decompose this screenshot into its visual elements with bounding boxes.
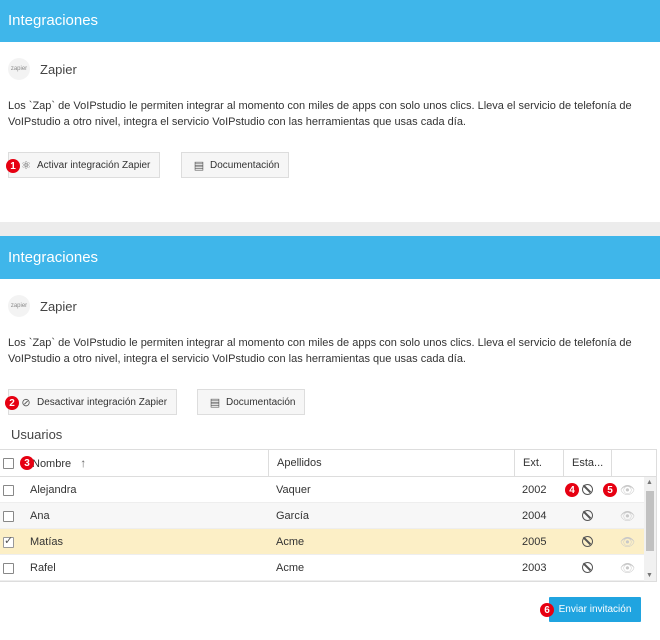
cell-nombre: Rafel bbox=[30, 562, 56, 574]
book-icon: ▤ bbox=[209, 396, 221, 409]
documentation-label: Documentación bbox=[210, 159, 280, 171]
row-checkbox-checked[interactable] bbox=[3, 534, 14, 548]
deactivate-zapier-button[interactable]: ⊘ Desactivar integración Zapier bbox=[8, 389, 178, 415]
integration-name: Zapier bbox=[40, 61, 77, 77]
integration-name: Zapier bbox=[40, 298, 77, 314]
table-row[interactable]: Ana García 2004 👁 bbox=[0, 503, 656, 529]
activate-zapier-label: Activar integración Zapier bbox=[37, 159, 151, 171]
panel-header: Integraciones bbox=[0, 236, 660, 279]
sort-up-icon: ↑ bbox=[80, 456, 87, 470]
marker-4: 4 bbox=[565, 483, 579, 497]
row-checkbox[interactable] bbox=[3, 511, 14, 522]
ban-icon: ⊘ bbox=[21, 396, 31, 409]
column-ext[interactable]: Ext. bbox=[514, 450, 563, 477]
ban-icon[interactable] bbox=[582, 510, 593, 521]
table-row[interactable]: Rafel Acme 2003 👁 bbox=[0, 555, 656, 581]
cell-apellidos: García bbox=[276, 510, 310, 522]
eye-icon[interactable]: 👁 bbox=[620, 509, 635, 523]
row-checkbox[interactable] bbox=[3, 485, 14, 496]
scroll-down-icon[interactable]: ▼ bbox=[646, 572, 653, 579]
integration-description: Los `Zap` de VoIPstudio le permiten inte… bbox=[8, 337, 632, 365]
marker-3: 3 bbox=[20, 456, 34, 470]
zapier-heading: zapier Zapier bbox=[8, 295, 77, 317]
integration-description: Los `Zap` de VoIPstudio le permiten inte… bbox=[8, 100, 632, 128]
cell-apellidos: Acme bbox=[276, 536, 305, 548]
eye-icon[interactable]: 👁 bbox=[620, 535, 635, 549]
cell-apellidos: Vaquer bbox=[276, 484, 311, 496]
column-estado[interactable]: Esta... bbox=[563, 450, 611, 477]
eye-icon[interactable]: 👁 bbox=[620, 561, 635, 575]
deactivate-zapier-label: Desactivar integración Zapier bbox=[37, 396, 168, 408]
cell-nombre: Alejandra bbox=[30, 484, 77, 496]
scroll-up-icon[interactable]: ▲ bbox=[646, 479, 653, 486]
activate-zapier-button[interactable]: ⚛ Activar integración Zapier bbox=[8, 152, 161, 178]
cell-ext: 2003 bbox=[522, 562, 547, 574]
table-header: Nombre ↑ Apellidos Ext. Esta... bbox=[0, 450, 656, 477]
ban-icon[interactable] bbox=[582, 562, 593, 573]
scroll-thumb[interactable] bbox=[646, 491, 654, 551]
marker-6: 6 bbox=[540, 603, 554, 617]
marker-1: 1 bbox=[6, 159, 20, 173]
column-nombre[interactable]: Nombre ↑ bbox=[32, 450, 268, 477]
zapier-heading: zapier Zapier bbox=[8, 58, 77, 80]
marker-5: 5 bbox=[603, 483, 617, 497]
cell-nombre: Matías bbox=[30, 536, 64, 548]
zapier-logo: zapier bbox=[8, 58, 30, 80]
zapier-logo: zapier bbox=[8, 295, 30, 317]
cell-nombre: Ana bbox=[30, 510, 50, 522]
table-row-selected[interactable]: Matías Acme 2005 👁 bbox=[0, 529, 656, 555]
users-table: Nombre ↑ Apellidos Ext. Esta... Alejandr… bbox=[0, 449, 657, 582]
users-title: Usuarios bbox=[11, 427, 63, 442]
documentation-button[interactable]: ▤ Documentación bbox=[197, 389, 306, 415]
column-apellidos[interactable]: Apellidos bbox=[268, 450, 514, 477]
cell-apellidos: Acme bbox=[276, 562, 305, 574]
marker-2: 2 bbox=[5, 396, 19, 410]
panel-header: Integraciones bbox=[0, 0, 660, 42]
share-icon: ⚛ bbox=[21, 159, 31, 172]
cell-ext: 2005 bbox=[522, 536, 547, 548]
ban-icon[interactable] bbox=[582, 536, 593, 547]
documentation-button[interactable]: ▤ Documentación bbox=[181, 152, 290, 178]
documentation-label: Documentación bbox=[226, 396, 296, 408]
column-nombre-label: Nombre bbox=[32, 458, 72, 470]
select-all-checkbox[interactable] bbox=[3, 458, 14, 469]
table-row[interactable]: Alejandra Vaquer 2002 👁 bbox=[0, 477, 656, 503]
cell-ext: 2002 bbox=[522, 484, 547, 496]
cell-ext: 2004 bbox=[522, 510, 547, 522]
eye-icon[interactable]: 👁 bbox=[620, 483, 635, 497]
row-checkbox[interactable] bbox=[3, 563, 14, 574]
integrations-panel-inactive: Integraciones zapier Zapier Los `Zap` de… bbox=[0, 0, 660, 222]
column-actions bbox=[611, 450, 657, 477]
send-invitation-button[interactable]: Enviar invitación bbox=[549, 597, 641, 622]
ban-icon[interactable] bbox=[582, 484, 593, 495]
table-scrollbar[interactable]: ▲ ▼ bbox=[644, 477, 656, 581]
book-icon: ▤ bbox=[193, 159, 205, 172]
